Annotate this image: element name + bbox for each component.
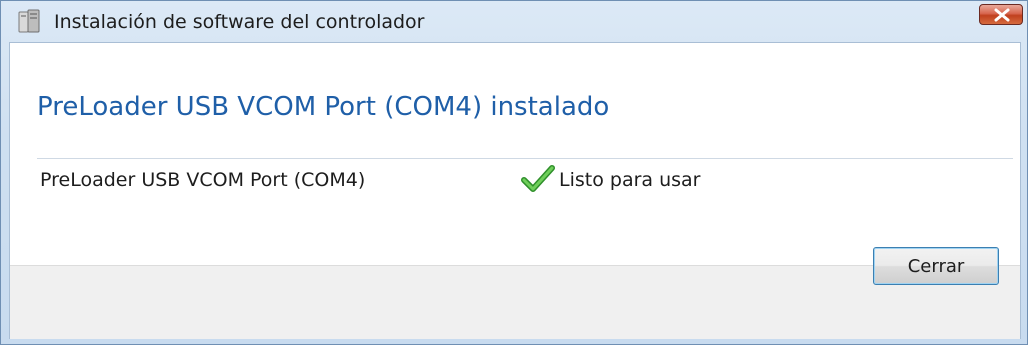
close-button[interactable] (979, 4, 1023, 25)
device-status: Listo para usar (559, 169, 701, 191)
dialog-footer (10, 265, 1020, 339)
close-icon (994, 8, 1010, 22)
dialog-content: PreLoader USB VCOM Port (COM4) instalado… (9, 42, 1021, 339)
checkmark-icon (521, 164, 555, 194)
divider (37, 158, 1013, 159)
title-bar[interactable]: Instalación de software del controlador (1, 1, 1027, 43)
driver-install-window: Instalación de software del controlador … (0, 0, 1028, 345)
device-installer-icon (15, 9, 43, 35)
page-title: PreLoader USB VCOM Port (COM4) instalado (37, 92, 610, 122)
window-title: Instalación de software del controlador (54, 11, 425, 33)
cerrar-button[interactable]: Cerrar (873, 247, 999, 285)
device-name: PreLoader USB VCOM Port (COM4) (40, 169, 366, 191)
